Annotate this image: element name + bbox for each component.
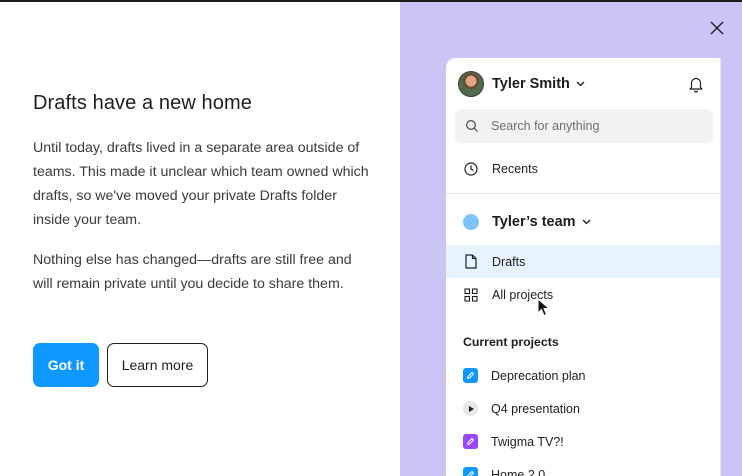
learn-more-button[interactable]: Learn more — [107, 343, 208, 387]
project-item[interactable]: Home 2.0 — [446, 458, 720, 476]
sidebar-item-recents[interactable]: Recents — [446, 152, 720, 185]
mouse-pointer-icon — [537, 297, 551, 318]
clock-icon — [463, 161, 479, 177]
search-icon — [465, 119, 479, 133]
pen-badge-icon — [463, 434, 478, 449]
play-badge-icon — [463, 401, 478, 416]
sidebar-item-all-projects[interactable]: All projects — [446, 278, 720, 311]
project-label: Home 2.0 — [491, 467, 546, 476]
search-field[interactable] — [455, 109, 713, 143]
project-item[interactable]: Q4 presentation — [446, 392, 720, 425]
team-avatar — [463, 214, 479, 230]
sidebar-item-label: Drafts — [492, 254, 526, 269]
grid-icon — [463, 287, 479, 303]
panel-border — [720, 58, 721, 476]
file-icon — [463, 254, 479, 270]
project-label: Deprecation plan — [491, 368, 586, 383]
close-icon[interactable] — [706, 17, 728, 39]
user-menu[interactable]: Tyler Smith — [458, 71, 585, 97]
sidebar-item-label: Recents — [492, 161, 538, 176]
chevron-down-icon — [576, 81, 585, 87]
bell-icon[interactable] — [687, 75, 705, 93]
project-label: Twigma TV?! — [491, 434, 564, 449]
got-it-button[interactable]: Got it — [33, 343, 99, 387]
drafts-announcement-dialog: Drafts have a new home Until today, draf… — [0, 0, 742, 476]
dialog-paragraph-1: Until today, drafts lived in a separate … — [33, 140, 369, 228]
search-input[interactable] — [489, 118, 693, 134]
dialog-title: Drafts have a new home — [33, 92, 252, 114]
team-name: Tyler’s team — [492, 214, 576, 230]
pen-badge-icon — [463, 467, 478, 476]
dialog-paragraph-2: Nothing else has changed—drafts are stil… — [33, 252, 352, 292]
sidebar-divider — [446, 193, 720, 194]
user-name: Tyler Smith — [492, 76, 570, 92]
pen-badge-icon — [463, 368, 478, 383]
chevron-down-icon — [582, 219, 591, 225]
sidebar-preview: Tyler Smith Recents Tyl — [446, 58, 720, 476]
project-label: Q4 presentation — [491, 401, 580, 416]
project-item[interactable]: Deprecation plan — [446, 359, 720, 392]
sidebar-item-drafts[interactable]: Drafts — [446, 245, 720, 278]
project-item[interactable]: Twigma TV?! — [446, 425, 720, 458]
dialog-content: Drafts have a new home Until today, draf… — [0, 2, 400, 476]
team-switcher[interactable]: Tyler’s team — [463, 211, 591, 233]
avatar — [458, 71, 484, 97]
current-projects-heading: Current projects — [463, 335, 559, 349]
